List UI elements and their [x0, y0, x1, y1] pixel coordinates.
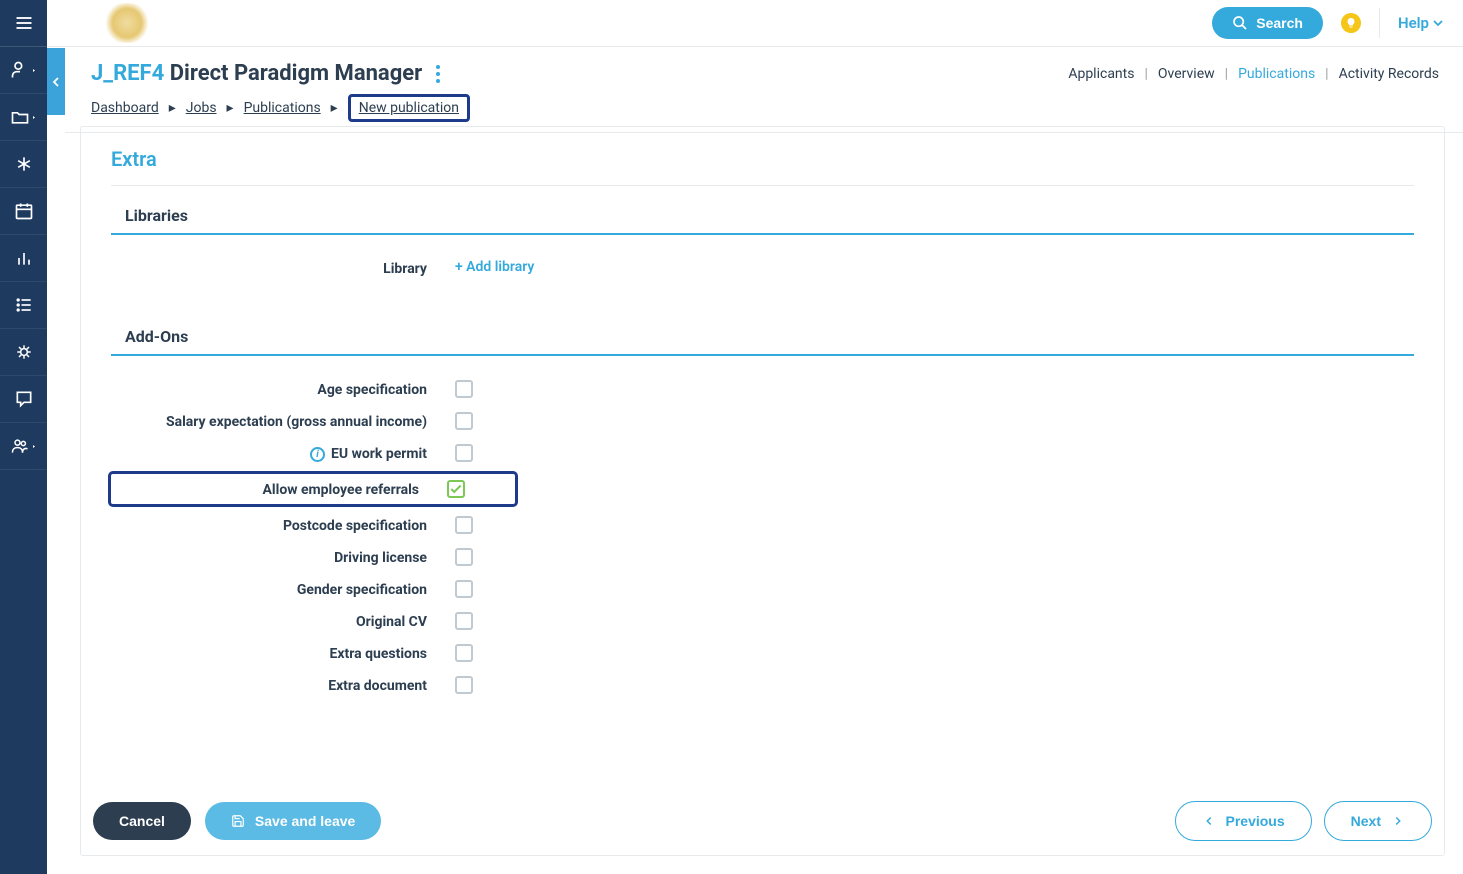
checkbox-salary[interactable] — [455, 412, 473, 430]
tab-activity-records[interactable]: Activity Records — [1339, 66, 1439, 82]
addon-row-eu-permit: i EU work permit — [111, 444, 1414, 462]
subsection-addons: Add-Ons — [111, 327, 1414, 356]
library-row: Library + Add library — [111, 259, 1414, 277]
breadcrumb-dashboard[interactable]: Dashboard — [91, 100, 159, 116]
save-icon — [231, 814, 245, 828]
job-title: Direct Paradigm Manager — [170, 61, 422, 86]
addon-label: Postcode specification — [111, 516, 427, 534]
addon-label: Original CV — [111, 612, 427, 630]
chevron-right-icon — [1391, 814, 1405, 828]
chart-icon[interactable] — [0, 235, 47, 282]
addon-label: Salary expectation (gross annual income) — [111, 412, 427, 430]
page-header: J_REF4 Direct Paradigm Manager Applicant… — [65, 47, 1463, 133]
addon-label: i EU work permit — [111, 444, 427, 462]
save-and-leave-button[interactable]: Save and leave — [205, 802, 381, 840]
sidebar — [0, 0, 47, 874]
checkbox-age[interactable] — [455, 380, 473, 398]
info-icon[interactable]: i — [310, 447, 325, 462]
addon-row-referrals: Allow employee referrals — [108, 471, 518, 507]
person-add-icon[interactable] — [0, 47, 47, 94]
checkbox-extra-document[interactable] — [455, 676, 473, 694]
topbar: Search Help — [47, 0, 1463, 47]
checkbox-extra-questions[interactable] — [455, 644, 473, 662]
logo — [97, 3, 157, 43]
breadcrumb: Dashboard ▸ Jobs ▸ Publications ▸ New pu… — [91, 94, 1439, 122]
search-icon — [1232, 15, 1248, 31]
content: Extra Libraries Library + Add library Ad… — [80, 126, 1445, 856]
footer: Cancel Save and leave Previous Next — [81, 785, 1444, 855]
addon-row-gender: Gender specification — [111, 580, 1414, 598]
checkbox-eu-permit[interactable] — [455, 444, 473, 462]
search-label: Search — [1256, 15, 1303, 31]
addon-row-extra-questions: Extra questions — [111, 644, 1414, 662]
tab-publications[interactable]: Publications — [1238, 66, 1315, 82]
addon-label: Allow employee referrals — [111, 480, 419, 498]
checkbox-postcode[interactable] — [455, 516, 473, 534]
library-label: Library — [111, 259, 427, 277]
hint-bulb-icon[interactable] — [1341, 13, 1361, 33]
addon-row-original-cv: Original CV — [111, 612, 1414, 630]
bug-icon[interactable] — [0, 329, 47, 376]
kebab-menu-icon[interactable] — [436, 65, 440, 83]
addon-row-postcode: Postcode specification — [111, 516, 1414, 534]
addon-row-salary: Salary expectation (gross annual income) — [111, 412, 1414, 430]
message-icon[interactable] — [0, 376, 47, 423]
check-icon — [449, 482, 463, 496]
menu-icon[interactable] — [0, 0, 47, 47]
addon-label: Age specification — [111, 380, 427, 398]
addon-label: Extra questions — [111, 644, 427, 662]
folder-icon[interactable] — [0, 94, 47, 141]
addon-row-age: Age specification — [111, 380, 1414, 398]
chevron-right-icon: ▸ — [227, 100, 234, 116]
breadcrumb-jobs[interactable]: Jobs — [186, 100, 217, 116]
breadcrumb-publications[interactable]: Publications — [244, 100, 321, 116]
page-tabs: Applicants | Overview | Publications | A… — [1068, 66, 1439, 82]
tab-applicants[interactable]: Applicants — [1068, 66, 1134, 82]
section-title: Extra — [111, 143, 1414, 186]
subsection-libraries: Libraries — [111, 206, 1414, 235]
sidebar-collapse-button[interactable] — [47, 48, 65, 115]
checkbox-driving[interactable] — [455, 548, 473, 566]
list-icon[interactable] — [0, 282, 47, 329]
asterisk-icon[interactable] — [0, 141, 47, 188]
checkbox-referrals[interactable] — [447, 480, 465, 498]
job-ref: J_REF4 — [91, 61, 164, 86]
next-button[interactable]: Next — [1324, 801, 1432, 841]
help-button[interactable]: Help — [1379, 8, 1443, 38]
group-icon[interactable] — [0, 423, 47, 470]
chevron-right-icon: ▸ — [331, 100, 338, 116]
chevron-left-icon — [1202, 814, 1216, 828]
checkbox-original-cv[interactable] — [455, 612, 473, 630]
help-label: Help — [1398, 14, 1429, 32]
chevron-right-icon: ▸ — [169, 100, 176, 116]
addon-row-driving: Driving license — [111, 548, 1414, 566]
calendar-icon[interactable] — [0, 188, 47, 235]
previous-button[interactable]: Previous — [1175, 801, 1312, 841]
breadcrumb-new-publication[interactable]: New publication — [359, 100, 459, 116]
addon-row-extra-document: Extra document — [111, 676, 1414, 694]
checkbox-gender[interactable] — [455, 580, 473, 598]
addon-label: Driving license — [111, 548, 427, 566]
tab-overview[interactable]: Overview — [1158, 66, 1215, 82]
cancel-button[interactable]: Cancel — [93, 802, 191, 840]
page-title: J_REF4 Direct Paradigm Manager — [91, 61, 440, 86]
add-library-link[interactable]: + Add library — [455, 259, 534, 275]
search-button[interactable]: Search — [1212, 7, 1323, 39]
addon-label: Extra document — [111, 676, 427, 694]
caret-down-icon — [1433, 18, 1443, 28]
addon-label: Gender specification — [111, 580, 427, 598]
